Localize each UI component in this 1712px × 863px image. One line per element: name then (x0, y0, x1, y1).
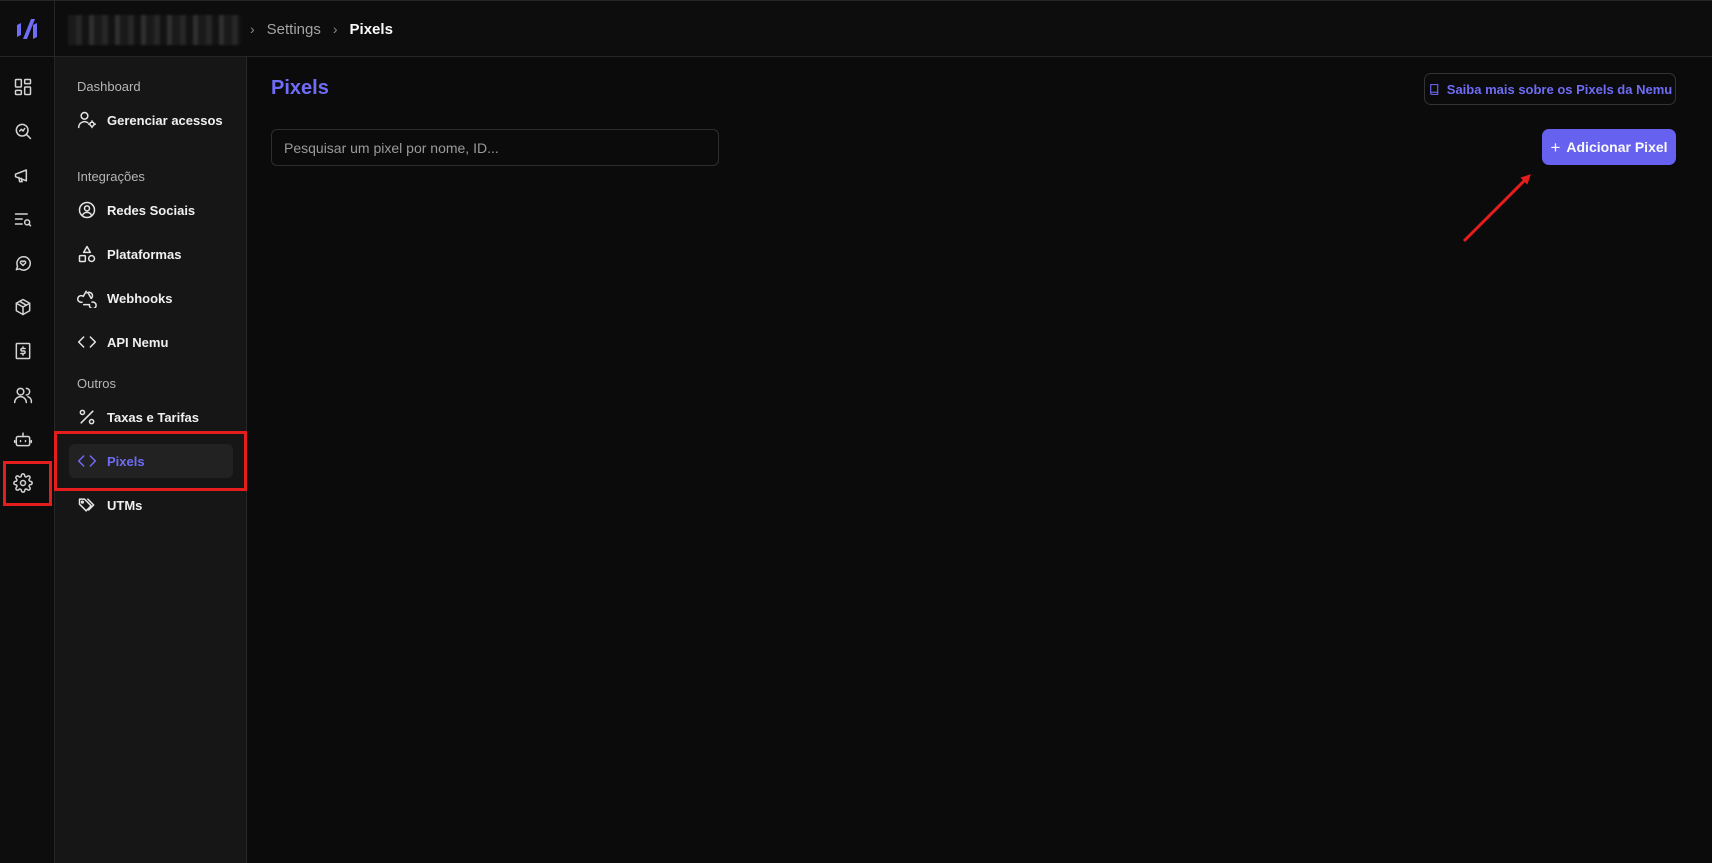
top-bar: › Settings › Pixels (0, 0, 1712, 57)
chat-heart-icon (15, 256, 31, 271)
chevron-right-icon: › (332, 21, 338, 37)
webhook-icon (77, 290, 97, 308)
code-icon (77, 336, 97, 348)
percent-icon (79, 409, 95, 425)
sidebar-item-label: Redes Sociais (107, 202, 196, 218)
sidebar-item-label: Webhooks (107, 290, 173, 306)
app-root: › Settings › Pixels Dashboard Gerenciar … (0, 0, 1712, 863)
settings-sidebar: Dashboard Gerenciar acessos Integrações … (55, 57, 247, 863)
sidebar-item-social[interactable]: Redes Sociais (69, 193, 233, 227)
sidebar-item-label: Plataformas (107, 246, 182, 262)
organization-name-redacted (68, 15, 242, 45)
sidebar-item-label: UTMs (107, 497, 143, 513)
book-icon (1429, 83, 1439, 95)
user-circle-icon (78, 201, 96, 219)
sidebar-item-pixels[interactable]: Pixels (69, 444, 233, 478)
section-title-dashboard: Dashboard (77, 79, 141, 94)
add-pixel-label: Adicionar Pixel (1566, 139, 1668, 155)
sidebar-item-api[interactable]: API Nemu (69, 325, 233, 359)
main-content: Pixels Saiba mais sobre os Pixels da Nem… (248, 57, 1712, 863)
plus-icon: + (1550, 137, 1561, 157)
page-title: Pixels (271, 77, 329, 99)
add-pixel-button[interactable]: + Adicionar Pixel (1542, 129, 1676, 165)
breadcrumb-settings[interactable]: Settings (267, 21, 321, 38)
dashboard-icon (14, 78, 32, 96)
rail-analytics[interactable] (6, 114, 40, 148)
learn-more-label: Saiba mais sobre os Pixels da Nemu (1446, 81, 1673, 97)
rail-settings[interactable] (6, 466, 40, 500)
megaphone-icon (14, 169, 28, 183)
rail-campaigns[interactable] (6, 158, 40, 192)
rail-products[interactable] (6, 290, 40, 324)
gear-icon (13, 473, 33, 493)
learn-more-button[interactable]: Saiba mais sobre os Pixels da Nemu (1424, 73, 1676, 105)
list-search-icon (14, 213, 32, 227)
sidebar-item-label: Taxas e Tarifas (107, 409, 200, 425)
users-icon (13, 387, 33, 404)
rail-users[interactable] (6, 378, 40, 412)
rail-chat[interactable] (6, 246, 40, 280)
code-icon (77, 455, 97, 467)
breadcrumb-pixels: Pixels (349, 20, 393, 38)
breadcrumb: › Settings › Pixels (250, 1, 393, 57)
rail-dashboard[interactable] (6, 70, 40, 104)
analytics-search-icon (15, 123, 32, 140)
rail-list[interactable] (6, 202, 40, 236)
section-title-others: Outros (77, 376, 117, 391)
sidebar-item-utms[interactable]: UTMs (69, 488, 233, 522)
rail-finance[interactable] (6, 334, 40, 368)
search-input[interactable] (271, 129, 719, 166)
sidebar-item-label: Gerenciar acessos (107, 112, 223, 128)
bot-icon (13, 432, 33, 447)
user-gear-icon (77, 111, 97, 129)
sidebar-item-webhooks[interactable]: Webhooks (69, 281, 233, 315)
section-title-integrations: Integrações (77, 169, 145, 184)
package-icon (15, 298, 31, 316)
dollar-receipt-icon (15, 342, 31, 360)
sidebar-item-label: Pixels (107, 453, 145, 469)
rail-bot[interactable] (6, 422, 40, 456)
icon-rail (0, 57, 55, 863)
sidebar-item-label: API Nemu (107, 334, 169, 350)
shapes-icon (78, 245, 96, 263)
sidebar-item-platforms[interactable]: Plataformas (69, 237, 233, 271)
chevron-right-icon: › (250, 21, 255, 37)
nemu-logo-icon (17, 19, 37, 39)
logo[interactable] (0, 1, 55, 57)
tags-icon (78, 498, 95, 512)
sidebar-item-manage-access[interactable]: Gerenciar acessos (69, 103, 233, 137)
sidebar-item-fees[interactable]: Taxas e Tarifas (69, 400, 233, 434)
